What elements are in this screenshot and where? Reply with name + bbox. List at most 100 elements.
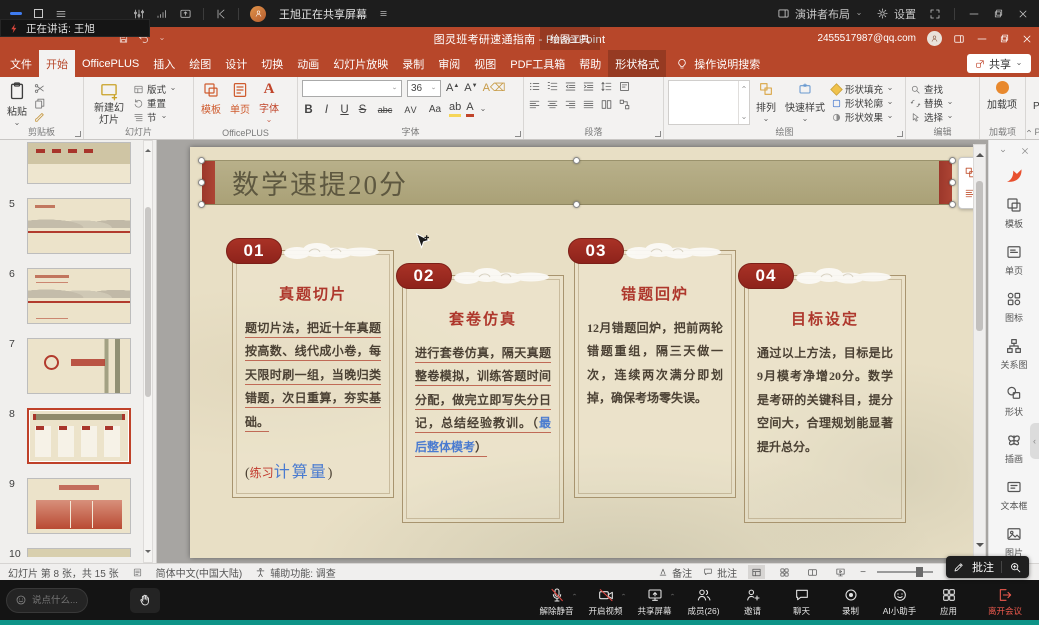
shape-glyph[interactable]	[710, 96, 723, 110]
replace-button[interactable]: 替换	[910, 96, 954, 110]
align-justify-icon[interactable]	[582, 98, 595, 111]
slide-preview[interactable]	[27, 408, 131, 464]
paste-button[interactable]: 粘贴	[4, 80, 30, 129]
meeting-toolbar-button[interactable]: 共享屏幕	[630, 584, 679, 617]
collapse-ribbon-icon[interactable]	[1024, 126, 1034, 136]
sidebar-tool[interactable]: 图标	[1000, 290, 1027, 324]
slide-preview[interactable]	[27, 338, 131, 394]
chat-input[interactable]	[32, 595, 82, 606]
normal-view-button[interactable]	[748, 565, 765, 579]
menu-tab[interactable]: 形状格式	[608, 50, 666, 77]
presenter-avatar[interactable]	[250, 6, 266, 22]
shape-glyph[interactable]	[684, 82, 697, 96]
sidebar-tool[interactable]: 文本框	[1000, 478, 1027, 512]
caret-up-icon[interactable]	[669, 591, 676, 598]
selection-handle[interactable]	[198, 201, 205, 208]
selection-handle[interactable]	[573, 201, 580, 208]
columns-icon[interactable]	[600, 98, 613, 111]
change-case-button[interactable]: Aa	[426, 104, 444, 115]
magnifier-icon[interactable]	[1009, 561, 1022, 574]
officeplus-template-button[interactable]: 模板	[198, 80, 224, 117]
shape-glyph[interactable]	[697, 110, 710, 124]
caret-up-icon[interactable]	[620, 591, 627, 598]
slide-preview[interactable]	[27, 198, 131, 254]
convert-smartart-icon[interactable]	[618, 98, 631, 111]
account-avatar[interactable]	[927, 31, 942, 46]
selection-handle[interactable]	[198, 179, 205, 186]
new-slide-button[interactable]: 新建幻灯片	[88, 80, 130, 127]
meeting-toolbar-button[interactable]: 成员(26)	[679, 584, 728, 617]
slideshow-button[interactable]	[832, 565, 849, 579]
zoom-slider-handle[interactable]	[916, 567, 923, 577]
caret-down-icon[interactable]	[479, 106, 487, 114]
zoom-out-button[interactable]: −	[860, 567, 866, 578]
menu-tab[interactable]: 设计	[218, 50, 254, 77]
selection-handle[interactable]	[198, 157, 205, 164]
caret-up-icon[interactable]	[571, 591, 578, 598]
window-icon[interactable]	[34, 9, 43, 18]
section-button[interactable]: 节	[133, 110, 177, 124]
menu-tab[interactable]: 幻灯片放映	[326, 50, 395, 77]
slide-preview[interactable]	[27, 478, 131, 534]
language-status[interactable]: 简体中文(中国大陆)	[156, 565, 243, 580]
ppt-minimize-icon[interactable]	[976, 33, 988, 45]
thumbnail-scrollbar[interactable]	[143, 140, 153, 563]
meeting-toolbar-button[interactable]: 开启视频	[581, 584, 630, 617]
shape-gallery-scroll[interactable]	[738, 81, 749, 124]
shape-glyph[interactable]	[684, 96, 697, 110]
ppt-close-icon[interactable]	[1021, 33, 1033, 45]
share-button[interactable]: 共享	[967, 54, 1031, 73]
slide-preview[interactable]	[27, 548, 131, 557]
shrink-font-button[interactable]: A▼	[464, 83, 477, 94]
sidebar-tool[interactable]: 模板	[1000, 196, 1027, 230]
indent-icon[interactable]	[582, 80, 595, 93]
menu-tab[interactable]: PDF工具箱	[503, 50, 572, 77]
audio-mixer-icon[interactable]	[133, 8, 145, 20]
shape-glyph[interactable]	[671, 96, 684, 110]
settings-button[interactable]: 设置	[876, 6, 916, 22]
selection-handle[interactable]	[949, 157, 956, 164]
slide-thumbnail[interactable]: 5	[0, 198, 156, 254]
slide-thumbnail[interactable]: 10	[0, 548, 156, 560]
caret-down-icon[interactable]	[158, 35, 166, 43]
menu-tab[interactable]: 绘图	[182, 50, 218, 77]
shape-glyph[interactable]	[684, 110, 697, 124]
shape-glyph[interactable]	[697, 96, 710, 110]
annotate-label[interactable]: 批注	[972, 559, 994, 575]
slide-title-banner[interactable]: 数学速提20分	[202, 160, 952, 205]
shape-glyph[interactable]	[723, 96, 736, 110]
shape-glyph[interactable]	[697, 82, 710, 96]
slide-preview[interactable]	[27, 268, 131, 324]
slide-scrollbar[interactable]	[973, 144, 986, 557]
outdent-icon[interactable]	[564, 80, 577, 93]
shape-glyph[interactable]	[723, 82, 736, 96]
dialog-launcher-icon[interactable]	[75, 131, 81, 137]
underline-button[interactable]: U	[338, 104, 351, 116]
find-button[interactable]: 查找	[910, 82, 954, 96]
accessibility-status[interactable]: 辅助功能: 调查	[255, 565, 336, 580]
shape-fill-button[interactable]: 形状填充	[831, 82, 894, 96]
menu-tab[interactable]: 文件	[3, 50, 39, 77]
minimize-icon[interactable]	[968, 8, 980, 20]
text-direction-icon[interactable]	[618, 80, 631, 93]
menu-tab[interactable]: 审阅	[431, 50, 467, 77]
leave-meeting-button[interactable]: 离开会议	[977, 584, 1033, 617]
sidebar-tool[interactable]: 单页	[1000, 243, 1027, 277]
font-name-select[interactable]	[302, 80, 402, 97]
sidebar-tool[interactable]: 图片	[1000, 525, 1027, 559]
selection-handle[interactable]	[949, 201, 956, 208]
dialog-launcher-icon[interactable]	[655, 131, 661, 137]
dialog-launcher-icon[interactable]	[897, 131, 903, 137]
share-window-icon[interactable]	[179, 7, 192, 20]
arrange-button[interactable]: 排列	[753, 80, 779, 125]
align-center-icon[interactable]	[546, 98, 559, 111]
share-options-icon[interactable]	[378, 8, 389, 19]
reset-button[interactable]: 重置	[133, 96, 177, 110]
shape-glyph[interactable]	[671, 82, 684, 96]
slide-card[interactable]: 03 错题回炉 12月错题回炉，把前两轮错题重组，隔三天做一次，连续两次满分即划…	[574, 250, 736, 498]
slide-thumbnail[interactable]: 7	[0, 338, 156, 394]
shape-outline-button[interactable]: 形状轮廓	[831, 96, 894, 110]
pdf-convert-button[interactable]: PDF转换	[1030, 80, 1039, 123]
menu-tab[interactable]: 帮助	[572, 50, 608, 77]
chat-input-pill[interactable]	[6, 588, 88, 613]
